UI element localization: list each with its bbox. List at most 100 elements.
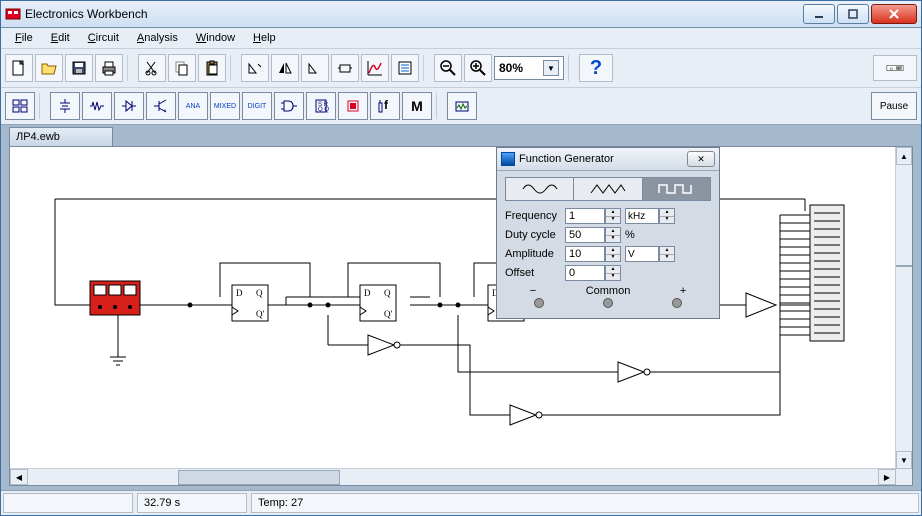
minus-terminal[interactable] (534, 298, 544, 308)
indicators-bin[interactable] (338, 92, 368, 120)
cut-button[interactable] (138, 54, 166, 82)
svg-text:f: f (384, 98, 389, 112)
hscroll-thumb[interactable] (178, 470, 340, 485)
svg-text:Q: Q (256, 288, 263, 298)
misc-bin[interactable]: M (402, 92, 432, 120)
transistors-bin[interactable] (146, 92, 176, 120)
frequency-input[interactable]: 1 (565, 208, 605, 224)
flipflop-1: DQ Q' (232, 285, 268, 321)
offset-input[interactable]: 0 (565, 265, 605, 281)
help-button[interactable]: ? (579, 54, 613, 82)
vertical-scrollbar[interactable]: ▲ ▼ (895, 147, 912, 469)
inverter-1 (368, 335, 400, 355)
digital-ics-bin[interactable]: DIGIT (242, 92, 272, 120)
frequency-unit-select[interactable]: kHz (625, 208, 659, 224)
favorites-bin[interactable] (5, 92, 35, 120)
waveform-selector (505, 177, 711, 201)
dialog-close-button[interactable]: ✕ (687, 151, 715, 167)
frequency-spinner[interactable]: ▲▼ (605, 208, 621, 224)
analog-ics-bin[interactable]: ANA (178, 92, 208, 120)
logic-gates-bin[interactable] (274, 92, 304, 120)
scroll-corner (896, 469, 912, 485)
offset-label: Offset (505, 267, 565, 279)
scroll-down-arrow[interactable]: ▼ (896, 451, 912, 469)
dialog-title: Function Generator (519, 153, 687, 165)
mixed-ics-bin[interactable]: MIXED (210, 92, 240, 120)
save-button[interactable] (65, 54, 93, 82)
duty-input[interactable]: 50 (565, 227, 605, 243)
dialog-titlebar[interactable]: Function Generator ✕ (497, 148, 719, 171)
maximize-button[interactable] (837, 4, 869, 24)
common-terminal[interactable] (603, 298, 613, 308)
statusbar: 32.79 s Temp: 27 (1, 490, 921, 515)
schematic-canvas[interactable]: DQ Q' DQ Q' D (10, 147, 896, 469)
menu-file[interactable]: File (7, 30, 41, 46)
zoom-select[interactable]: 80%▼ (494, 56, 564, 80)
vscroll-thumb[interactable] (896, 265, 912, 267)
zoom-out-button[interactable] (434, 54, 462, 82)
menu-circuit[interactable]: Circuit (80, 30, 127, 46)
svg-text:Q': Q' (384, 309, 392, 319)
status-panel-1 (3, 493, 133, 513)
duty-spinner[interactable]: ▲▼ (605, 227, 621, 243)
minimize-button[interactable] (803, 4, 835, 24)
titlebar: Electronics Workbench (1, 1, 921, 28)
menu-help[interactable]: Help (245, 30, 284, 46)
function-generator-dialog[interactable]: Function Generator ✕ Frequency 1 ▲▼ (496, 147, 720, 319)
pause-button[interactable]: Pause (871, 92, 917, 120)
minus-terminal-label: − (530, 285, 536, 297)
scroll-left-arrow[interactable]: ◀ (10, 469, 28, 485)
sine-wave-button[interactable] (506, 178, 574, 200)
sources-bin[interactable] (50, 92, 80, 120)
flip-h-button[interactable] (271, 54, 299, 82)
amplitude-input[interactable]: 10 (565, 246, 605, 262)
copy-button[interactable] (168, 54, 196, 82)
basic-bin[interactable] (82, 92, 112, 120)
svg-text:Q Q: Q Q (318, 107, 329, 113)
circuit-drawing: DQ Q' DQ Q' D (10, 147, 896, 469)
flip-v-button[interactable] (301, 54, 329, 82)
flipflop-2: DQ Q' (360, 285, 396, 321)
square-wave-button[interactable] (643, 178, 710, 200)
horizontal-scrollbar[interactable]: ◀ ▶ (10, 468, 896, 485)
svg-text:D: D (236, 288, 243, 298)
scroll-up-arrow[interactable]: ▲ (896, 147, 912, 165)
buffer-1 (746, 293, 776, 317)
status-temp: Temp: 27 (251, 493, 919, 513)
paste-button[interactable] (198, 54, 226, 82)
menubar: File Edit Circuit Analysis Window Help (1, 28, 921, 49)
amplitude-unit-select[interactable]: V (625, 246, 659, 262)
digital-bin[interactable]: S RQ Q (306, 92, 336, 120)
controls-bin[interactable]: f (370, 92, 400, 120)
frequency-unit-spinner[interactable]: ▲▼ (659, 208, 675, 224)
offset-spinner[interactable]: ▲▼ (605, 265, 621, 281)
zoom-in-button[interactable] (464, 54, 492, 82)
triangle-wave-button[interactable] (574, 178, 642, 200)
menu-edit[interactable]: Edit (43, 30, 78, 46)
rotate-button[interactable] (241, 54, 269, 82)
svg-text:O: O (890, 66, 893, 71)
instruments-bin[interactable] (447, 92, 477, 120)
diodes-bin[interactable] (114, 92, 144, 120)
open-button[interactable] (35, 54, 63, 82)
scroll-right-arrow[interactable]: ▶ (878, 469, 896, 485)
new-button[interactable] (5, 54, 33, 82)
menu-window[interactable]: Window (188, 30, 243, 46)
component-props-button[interactable] (391, 54, 419, 82)
power-switch[interactable]: OI (873, 55, 917, 81)
subcircuit-button[interactable] (331, 54, 359, 82)
plus-terminal[interactable] (672, 298, 682, 308)
inverter-2 (618, 362, 650, 382)
menu-analysis[interactable]: Analysis (129, 30, 186, 46)
main-window: Electronics Workbench File Edit Circuit … (0, 0, 922, 516)
amplitude-unit-spinner[interactable]: ▲▼ (659, 246, 675, 262)
duty-unit: % (625, 229, 635, 241)
svg-text:D: D (364, 288, 371, 298)
graph-button[interactable] (361, 54, 389, 82)
amplitude-spinner[interactable]: ▲▼ (605, 246, 621, 262)
document-tab[interactable]: ЛР4.ewb (9, 127, 113, 146)
zoom-value: 80% (499, 61, 523, 75)
common-terminal-label: Common (586, 285, 631, 297)
print-button[interactable] (95, 54, 123, 82)
close-button[interactable] (871, 4, 917, 24)
